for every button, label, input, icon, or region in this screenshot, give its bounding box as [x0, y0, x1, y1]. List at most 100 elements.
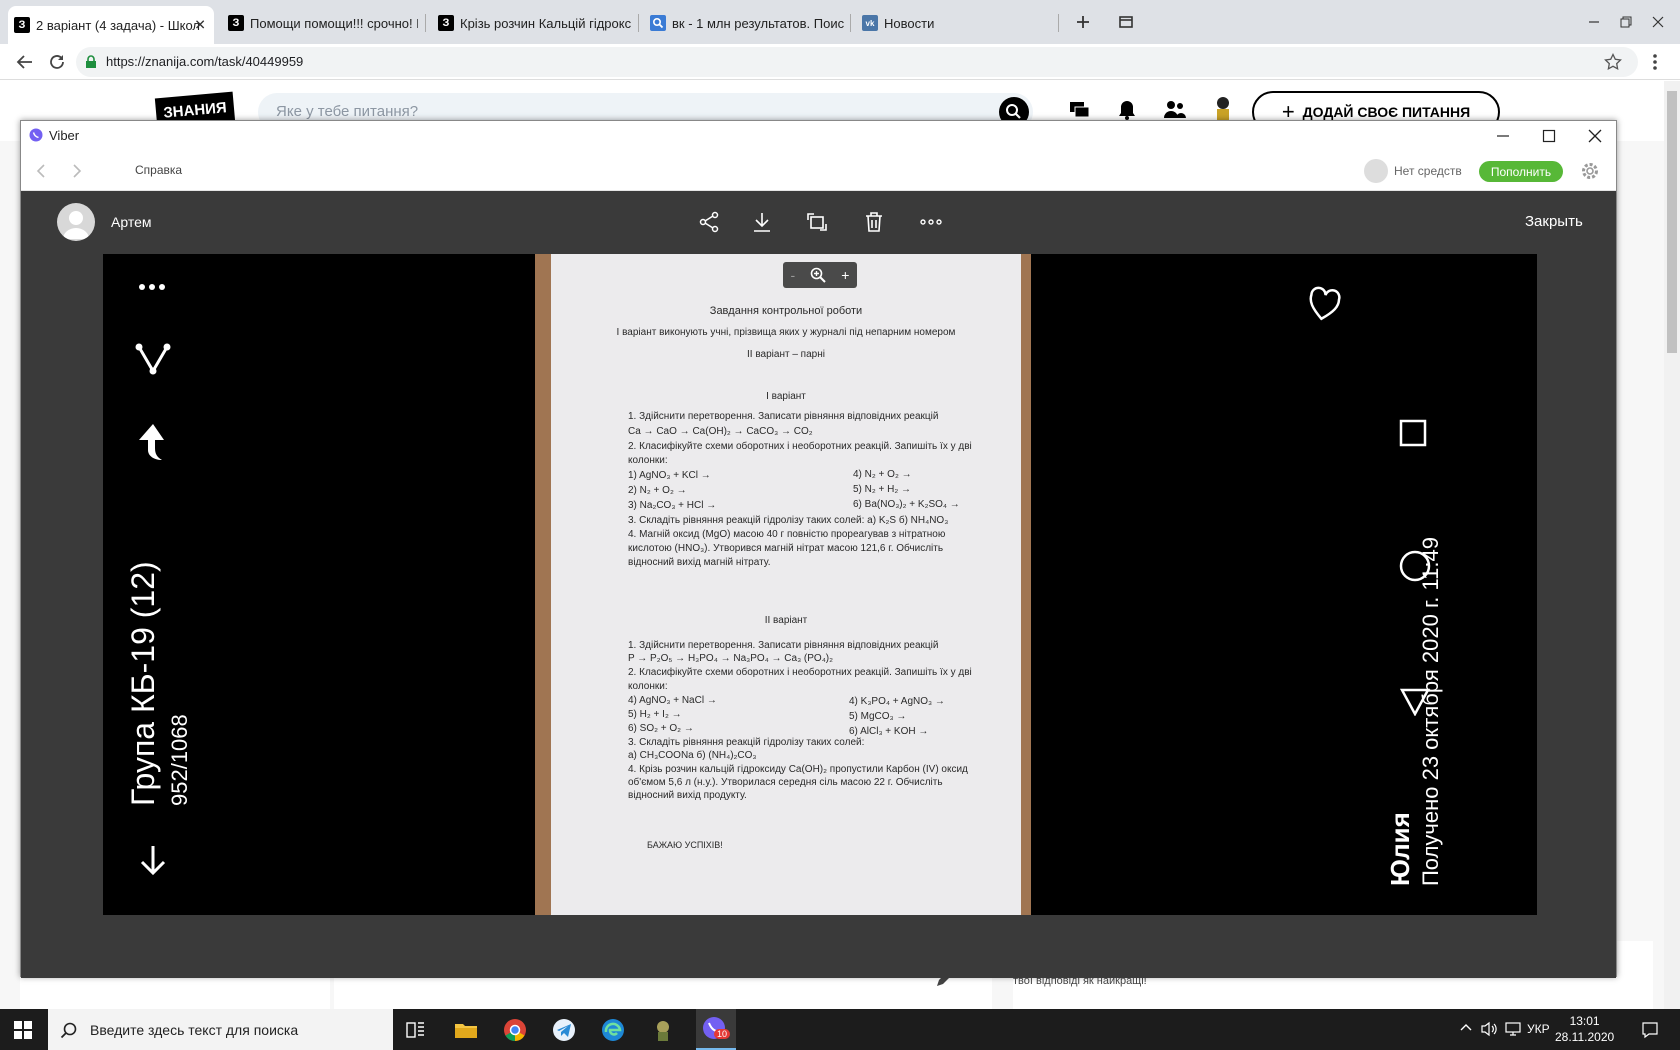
back-arrow-icon[interactable]: [16, 53, 34, 71]
bookmark-star-icon[interactable]: [1604, 53, 1622, 71]
phone-reply-icon: [137, 422, 169, 462]
browser-tab-5[interactable]: vk Новости: [856, 8, 1056, 38]
chrome-icon[interactable]: [500, 1015, 530, 1045]
viber-minimize-icon[interactable]: [1496, 129, 1510, 143]
tab-separator: [638, 14, 639, 32]
v1-line: 2) N₂ + O₂ →: [628, 485, 687, 496]
menu-dots-icon[interactable]: [1652, 53, 1658, 71]
znanija-favicon: З: [438, 15, 454, 31]
tab-label: вк - 1 млн результатов. Поиск: [672, 15, 844, 31]
zoom-out-button[interactable]: -: [791, 267, 796, 283]
lock-icon: [85, 55, 97, 69]
download-icon[interactable]: [750, 210, 774, 234]
page-scrollbar[interactable]: [1664, 81, 1680, 1009]
v2-line: 3. Складіть рівняння реакцій гідролізу т…: [628, 737, 865, 748]
windows-start-icon[interactable]: [14, 1021, 32, 1039]
viber-titlebar: Viber: [21, 121, 1616, 151]
search-placeholder: Яке у тебе питання?: [276, 103, 419, 120]
v1-right-item: 6) Ba(NO₃)₂ + K₂SO₄ →: [853, 499, 960, 510]
share-icon[interactable]: [697, 210, 721, 234]
file-explorer-icon[interactable]: [451, 1015, 481, 1045]
android-home-icon: [1399, 550, 1431, 582]
account-avatar-icon[interactable]: [1364, 159, 1388, 183]
v2-right-item: 5) MgCO₃ →: [849, 711, 907, 722]
tab-search-icon[interactable]: [1114, 10, 1138, 34]
browser-tab-2[interactable]: З Помощи помощи!!! срочно! По: [222, 8, 418, 38]
clock-time: 13:01: [1569, 1014, 1600, 1028]
znanija-favicon: З: [14, 17, 30, 33]
viber-taskbar-button[interactable]: 10: [696, 1009, 736, 1050]
settings-gear-icon[interactable]: [1580, 161, 1600, 181]
doc-footer: БАЖАЮ УСПІХІВ!: [647, 840, 723, 850]
viber-window: Viber Справка Нет средств Пополнить Арте…: [20, 120, 1617, 978]
restore-icon[interactable]: [1614, 10, 1638, 34]
v2-line: відносний вихід продукту.: [628, 790, 747, 801]
user-avatar[interactable]: [1212, 95, 1234, 123]
keyboard-language[interactable]: УКР: [1527, 1022, 1550, 1036]
system-clock[interactable]: 13:01 28.11.2020: [1555, 1013, 1614, 1045]
balance-status: Нет средств: [1394, 164, 1462, 178]
browser-tab-4[interactable]: вк - 1 млн результатов. Поиск: [644, 8, 844, 38]
viber-unread-badge: 10: [714, 1029, 731, 1039]
znanija-favicon: З: [228, 15, 244, 31]
rotate-icon[interactable]: [805, 210, 829, 234]
v1-line: кислотою (HNO₃). Утворився магній нітрат…: [628, 543, 944, 554]
v2-line: P → P₂O₅ → H₃PO₄ → Na₃PO₄ → Ca₃ (PO₄)₂: [628, 653, 833, 664]
messages-icon[interactable]: [1069, 99, 1091, 121]
minimize-icon[interactable]: [1582, 10, 1606, 34]
close-window-icon[interactable]: [1646, 10, 1670, 34]
viber-forward-icon[interactable]: [71, 163, 83, 179]
reload-icon[interactable]: [48, 53, 66, 71]
browser-tab-3[interactable]: З Крізь розчин Кальцій гідрокси: [432, 8, 632, 38]
scrollbar-thumb[interactable]: [1667, 91, 1677, 353]
game-app-icon[interactable]: [648, 1015, 678, 1045]
zoom-icon: [810, 267, 826, 283]
tab-close-icon[interactable]: ✕: [194, 17, 206, 34]
browser-tab-strip: З 2 варіант (4 задача) - Школ ✕ З Помощи…: [0, 0, 1680, 44]
phone-like-heart-icon: [1307, 286, 1341, 322]
show-hidden-icons[interactable]: [1460, 1021, 1472, 1033]
volume-icon[interactable]: [1480, 1021, 1498, 1037]
browser-tab-1[interactable]: З 2 варіант (4 задача) - Школ ✕: [8, 6, 214, 44]
viber-toolbar: Справка Нет средств Пополнить: [21, 151, 1616, 191]
v2-right-item: 4) K₃PO₄ + AgNO₃ →: [849, 696, 945, 707]
tab-separator: [425, 14, 426, 32]
search-favicon-icon: [650, 15, 666, 31]
viber-logo-icon: [29, 128, 43, 142]
sender-avatar: [57, 203, 95, 241]
doc-line-1: І варіант виконують учні, прізвища яких …: [616, 327, 956, 338]
viber-back-icon[interactable]: [35, 163, 47, 179]
group-title: Група КБ-19 (12): [125, 561, 161, 806]
task-view-icon[interactable]: [400, 1015, 430, 1045]
photo-paper-background: Завдання контрольної роботи І варіант ви…: [535, 254, 1031, 915]
topup-button[interactable]: Пополнить: [1479, 161, 1563, 182]
doc-line-2: ІІ варіант – парні: [747, 349, 825, 360]
action-center-icon[interactable]: [1641, 1021, 1659, 1039]
friends-icon[interactable]: [1163, 99, 1187, 121]
zoom-control: - +: [783, 262, 857, 288]
help-menu[interactable]: Справка: [135, 163, 182, 177]
v1-right-item: 5) N₂ + H₂ →: [853, 484, 912, 495]
v2-line: колонки:: [628, 681, 668, 692]
v1-line: 3. Складіть рівняння реакцій гідролізу т…: [628, 515, 949, 526]
photo-image[interactable]: Група КБ-19 (12) 952/1068 Юлия Получено …: [103, 254, 1537, 915]
tab-separator: [850, 14, 851, 32]
new-tab-icon[interactable]: [1071, 10, 1095, 34]
v2-right-item: 6) AlCl₃ + KOH →: [849, 726, 929, 737]
viber-maximize-icon[interactable]: [1542, 129, 1556, 143]
notifications-bell-icon[interactable]: [1117, 99, 1137, 121]
url-field[interactable]: https://znanija.com/task/40449959: [76, 47, 1638, 77]
zoom-in-button[interactable]: +: [841, 267, 849, 283]
v1-line: 2. Класифікуйте схеми оборотних і необор…: [628, 441, 972, 452]
v1-line: Ca → CaO → Ca(OH)₂ → CaCO₃ → CO₂: [628, 426, 813, 437]
more-options-icon[interactable]: [919, 210, 943, 234]
taskbar-search-input[interactable]: Введите здесь текст для поиска: [48, 1009, 393, 1050]
edge-icon[interactable]: [598, 1015, 628, 1045]
clock-date: 28.11.2020: [1555, 1030, 1615, 1044]
close-viewer-button[interactable]: Закрыть: [1525, 213, 1583, 230]
viber-close-icon[interactable]: [1588, 129, 1602, 143]
delete-trash-icon[interactable]: [862, 210, 886, 234]
v2-line: 2. Класифікуйте схеми оборотних і необор…: [628, 667, 972, 678]
telegram-app-icon[interactable]: [549, 1015, 579, 1045]
network-icon[interactable]: [1505, 1021, 1521, 1037]
